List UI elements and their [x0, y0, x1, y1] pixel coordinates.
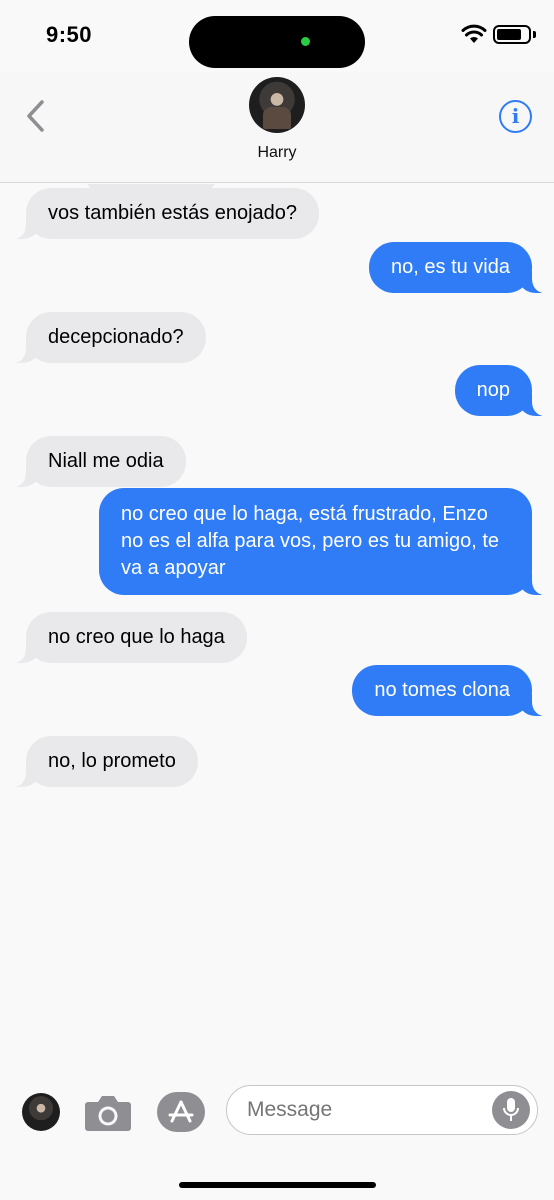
camera-icon[interactable] [84, 1092, 132, 1132]
camera-indicator-dot [301, 37, 310, 46]
message-received[interactable]: no creo que lo haga [26, 612, 247, 663]
message-received[interactable]: vos también estás enojado? [26, 188, 319, 239]
battery-icon [493, 25, 531, 44]
battery-nub [533, 31, 536, 38]
status-bar: 9:50 [0, 0, 554, 72]
message-received[interactable]: Niall me odia [26, 436, 186, 487]
microphone-icon[interactable] [492, 1091, 530, 1129]
status-time: 9:50 [46, 22, 92, 48]
message-received[interactable]: decepcionado? [26, 312, 206, 363]
message-composer [0, 1064, 554, 1200]
message-sent[interactable]: nop [455, 365, 532, 416]
message-sent[interactable]: no, es tu vida [369, 242, 532, 293]
conversation-header: Harry i [0, 72, 554, 183]
back-chevron-icon[interactable] [22, 96, 52, 136]
message-sent[interactable]: no creo que lo haga, está frustrado, Enz… [99, 488, 532, 595]
previous-message-fragment [86, 184, 216, 190]
contact-avatar[interactable] [249, 77, 305, 133]
info-icon[interactable]: i [499, 100, 532, 133]
message-sent[interactable]: no tomes clona [352, 665, 532, 716]
memoji-avatar-button[interactable] [22, 1093, 60, 1131]
message-thread: vos también estás enojado? no, es tu vid… [0, 184, 554, 1064]
dynamic-island [189, 16, 365, 68]
message-received[interactable]: no, lo prometo [26, 736, 198, 787]
contact-name[interactable]: Harry [0, 144, 554, 162]
home-indicator[interactable] [179, 1182, 376, 1188]
wifi-icon [461, 24, 487, 44]
app-store-icon[interactable] [157, 1092, 205, 1132]
